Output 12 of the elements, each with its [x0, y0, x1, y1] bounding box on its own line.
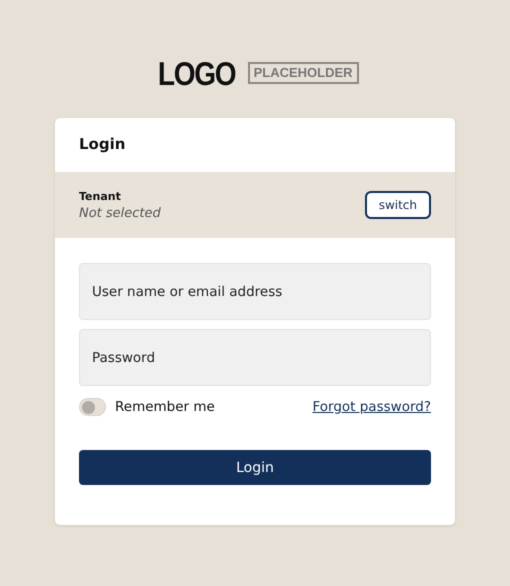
forgot-password-link[interactable]: Forgot password?	[312, 399, 431, 415]
logo-text: LOGO	[158, 56, 236, 90]
logo-tag: PLACEHOLDER	[248, 62, 359, 84]
tenant-value: Not selected	[79, 206, 161, 220]
input-field[interactable]: User name or email address	[79, 263, 431, 320]
card-title: Login	[78, 134, 126, 155]
login-button[interactable]: Login	[79, 450, 431, 485]
input-field[interactable]: Password	[79, 329, 431, 386]
tenant-label: Tenant	[79, 190, 122, 202]
remember-label: Remember me	[115, 399, 215, 415]
switch-button[interactable]: switch	[364, 191, 431, 219]
remember-toggle[interactable]	[79, 398, 106, 416]
